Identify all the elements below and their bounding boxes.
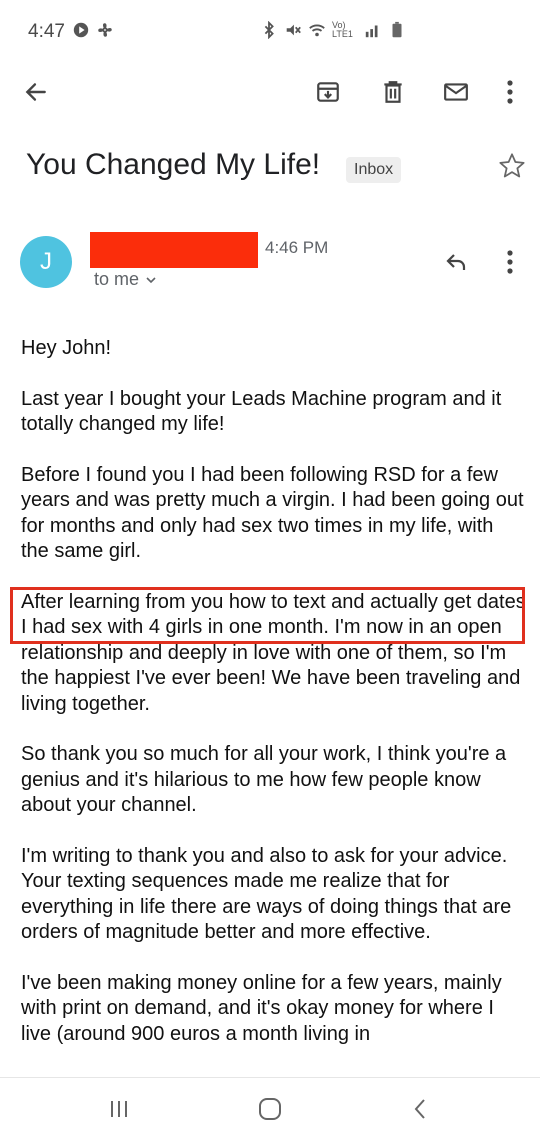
chevron-down-icon — [146, 276, 156, 283]
mark-unread-button[interactable] — [440, 76, 472, 108]
reply-button[interactable] — [440, 246, 472, 278]
email-toolbar — [0, 66, 540, 118]
star-button[interactable] — [498, 152, 526, 185]
body-paragraph: I'm writing to thank you and also to ask… — [21, 844, 512, 944]
avatar[interactable]: J — [20, 236, 72, 288]
play-circle-icon — [73, 22, 89, 38]
delete-icon — [384, 81, 402, 103]
system-nav-bar — [0, 1078, 540, 1140]
subject-row: You Changed My Life! Inbox — [26, 148, 526, 196]
home-icon — [259, 1098, 281, 1120]
bluetooth-icon — [264, 21, 274, 39]
archive-button[interactable] — [312, 76, 344, 108]
sender-header: J 4:46 PM to me — [20, 232, 530, 302]
more-vert-icon — [507, 250, 513, 274]
nav-back-button[interactable] — [405, 1094, 435, 1124]
mark-unread-icon — [444, 83, 468, 101]
battery-icon — [392, 21, 402, 38]
volte-label: Vo) LTE1 — [332, 20, 353, 39]
email-time: 4:46 PM — [265, 238, 329, 257]
mute-icon — [286, 24, 301, 36]
body-paragraph: Last year I bought your Leads Machine pr… — [21, 387, 502, 436]
status-bar: 4:47 Vo) LTE1 — [0, 0, 540, 66]
more-options-button[interactable] — [496, 76, 524, 108]
status-notification-icons — [72, 21, 114, 39]
wifi-icon — [309, 24, 325, 37]
label-chip[interactable]: Inbox — [346, 157, 402, 183]
star-icon — [499, 153, 525, 178]
delete-button[interactable] — [377, 76, 409, 108]
email-subject: You Changed My Life! — [26, 148, 321, 181]
signal-icon — [365, 25, 378, 38]
status-time: 4:47 — [28, 21, 65, 42]
status-system-icons: Vo) LTE1 — [260, 21, 406, 39]
home-button[interactable] — [255, 1094, 285, 1124]
more-vert-icon — [507, 80, 513, 104]
back-arrow-icon — [25, 83, 46, 101]
fan-icon — [98, 23, 112, 37]
archive-icon — [317, 82, 339, 102]
body-paragraph: Before I found you I had been following … — [21, 463, 524, 563]
back-icon — [414, 1099, 425, 1119]
highlight-box — [10, 587, 525, 644]
back-button[interactable] — [20, 76, 52, 108]
recipient-text: to me — [94, 269, 140, 289]
recipient-details-toggle[interactable]: to me — [94, 269, 157, 290]
body-paragraph: So thank you so much for all your work, … — [21, 743, 507, 816]
reply-icon — [446, 254, 466, 270]
recent-apps-button[interactable] — [104, 1094, 134, 1124]
body-paragraph: I've been making money online for a few … — [21, 971, 502, 1045]
sender-name-redacted — [90, 232, 258, 268]
body-paragraph: Hey John! — [21, 337, 112, 359]
email-body: Hey John! Last year I bought your Leads … — [21, 336, 526, 1072]
recent-apps-icon — [111, 1101, 127, 1117]
message-more-button[interactable] — [498, 246, 522, 278]
